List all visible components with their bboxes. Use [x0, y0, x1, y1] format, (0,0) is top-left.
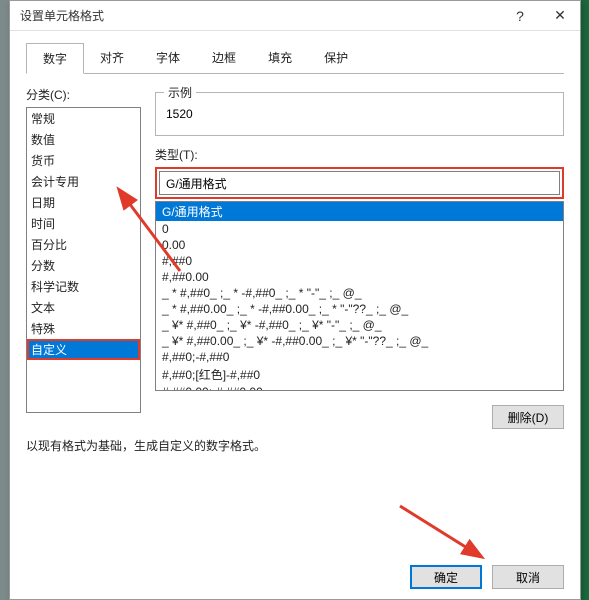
hint-text: 以现有格式为基础，生成自定义的数字格式。: [10, 429, 580, 454]
format-cells-dialog: 设置单元格格式 ? ✕ 数字 对齐 字体 边框 填充 保护 分类(C): 常规数…: [9, 0, 581, 600]
format-item[interactable]: 0.00: [156, 237, 563, 253]
category-item[interactable]: 自定义: [27, 339, 140, 360]
tab-border[interactable]: 边框: [196, 43, 252, 74]
category-item[interactable]: 会计专用: [27, 171, 140, 192]
format-item[interactable]: G/通用格式: [156, 202, 563, 221]
category-item[interactable]: 日期: [27, 192, 140, 213]
tab-font[interactable]: 字体: [140, 43, 196, 74]
tab-alignment[interactable]: 对齐: [84, 43, 140, 74]
category-label: 分类(C):: [26, 86, 141, 103]
category-item[interactable]: 特殊: [27, 318, 140, 339]
format-listbox[interactable]: G/通用格式00.00#,##0#,##0.00_ * #,##0_ ;_ * …: [155, 201, 564, 391]
tab-number[interactable]: 数字: [26, 43, 84, 74]
format-item[interactable]: _ * #,##0.00_ ;_ * -#,##0.00_ ;_ * "-"??…: [156, 301, 563, 317]
format-item[interactable]: #,##0;[红色]-#,##0: [156, 365, 563, 384]
category-item[interactable]: 科学记数: [27, 276, 140, 297]
format-item[interactable]: #,##0;-#,##0: [156, 349, 563, 365]
help-button[interactable]: ?: [500, 1, 540, 30]
category-listbox[interactable]: 常规数值货币会计专用日期时间百分比分数科学记数文本特殊自定义: [26, 107, 141, 413]
category-item[interactable]: 文本: [27, 297, 140, 318]
category-item[interactable]: 货币: [27, 150, 140, 171]
category-item[interactable]: 分数: [27, 255, 140, 276]
annotation-arrow-2: [390, 496, 500, 576]
category-item[interactable]: 百分比: [27, 234, 140, 255]
type-input-highlight: [155, 167, 564, 199]
ok-button[interactable]: 确定: [410, 565, 482, 589]
example-group: 示例 1520: [155, 92, 564, 136]
help-icon: ?: [516, 8, 524, 24]
format-item[interactable]: _ ¥* #,##0.00_ ;_ ¥* -#,##0.00_ ;_ ¥* "-…: [156, 333, 563, 349]
tab-protection[interactable]: 保护: [308, 43, 364, 74]
format-item[interactable]: #,##0.00: [156, 269, 563, 285]
dialog-footer: 确定 取消: [410, 565, 564, 589]
tab-fill[interactable]: 填充: [252, 43, 308, 74]
dialog-title: 设置单元格格式: [20, 7, 500, 24]
titlebar: 设置单元格格式 ? ✕: [10, 1, 580, 31]
delete-button[interactable]: 删除(D): [492, 405, 564, 429]
example-group-label: 示例: [164, 84, 196, 101]
format-item[interactable]: #,##0: [156, 253, 563, 269]
close-button[interactable]: ✕: [540, 1, 580, 30]
tab-bar: 数字 对齐 字体 边框 填充 保护: [10, 31, 580, 74]
category-item[interactable]: 常规: [27, 108, 140, 129]
type-label: 类型(T):: [155, 146, 564, 163]
format-item[interactable]: _ ¥* #,##0_ ;_ ¥* -#,##0_ ;_ ¥* "-"_ ;_ …: [156, 317, 563, 333]
category-item[interactable]: 数值: [27, 129, 140, 150]
type-input[interactable]: [159, 171, 560, 195]
category-item[interactable]: 时间: [27, 213, 140, 234]
example-value: 1520: [166, 103, 553, 121]
format-item[interactable]: 0: [156, 221, 563, 237]
format-item[interactable]: _ * #,##0_ ;_ * -#,##0_ ;_ * "-"_ ;_ @_: [156, 285, 563, 301]
cancel-button[interactable]: 取消: [492, 565, 564, 589]
format-item[interactable]: #,##0.00;-#,##0.00: [156, 384, 563, 391]
close-icon: ✕: [554, 7, 566, 24]
